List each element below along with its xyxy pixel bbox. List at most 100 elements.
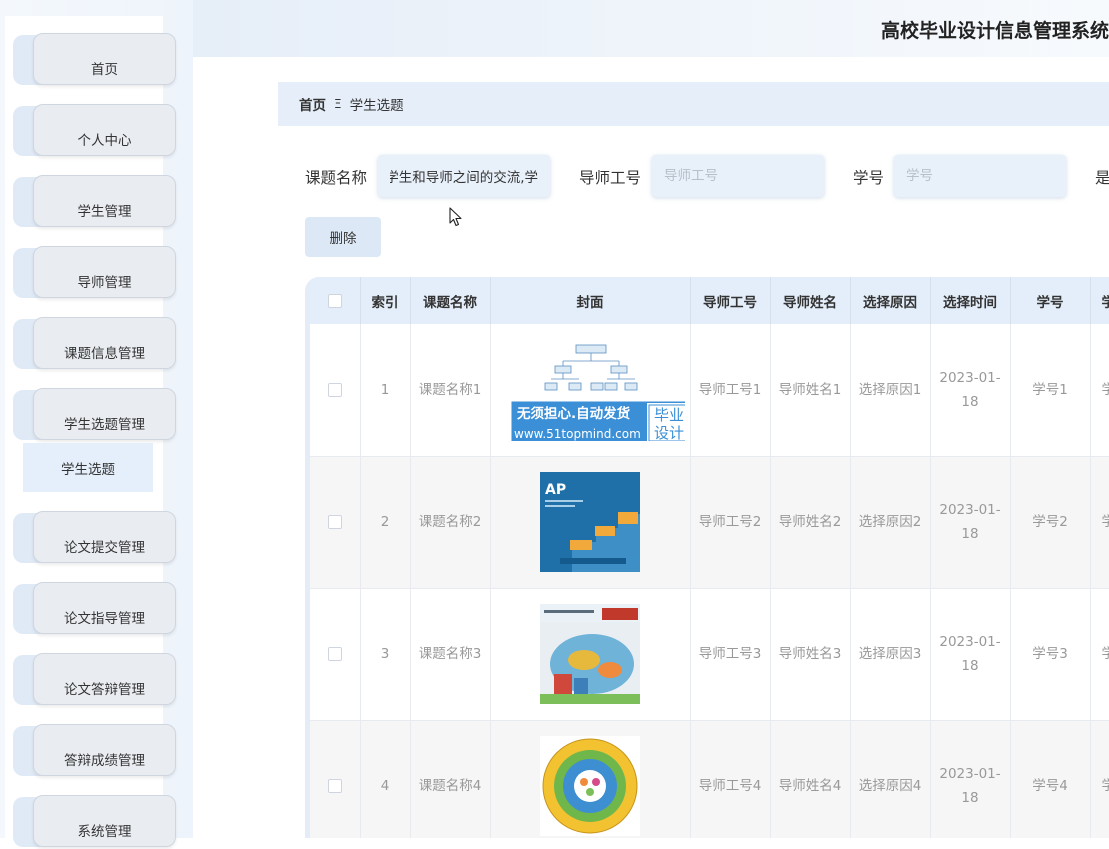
row-checkbox[interactable] [327, 647, 342, 661]
student-id-cell: 学号3 [1010, 588, 1091, 721]
select-all-header[interactable] [310, 277, 361, 324]
index-cell: 1 [360, 324, 411, 457]
org-chart-cover-image: 无须担心.自动发货 www.51topmind.com 毕业 设计 [510, 340, 689, 446]
reason-cell: 选择原因2 [850, 456, 931, 589]
student-id-cell: 学号1 [1010, 324, 1091, 457]
sidebar-subitem-topic-selection[interactable]: 学生选题 [23, 443, 153, 492]
teacher-id-cell: 导师工号3 [690, 588, 771, 721]
sidebar: 首页 个人中心 学生管理 导师管理 课题信息管理 学生选题管理 学生选题 论文提… [0, 0, 193, 847]
reason-cell: 选择原因4 [850, 720, 931, 838]
sidebar-item-label: 学生选题管理 [33, 388, 176, 440]
index-cell: 4 [360, 720, 411, 838]
teacher-name-cell: 导师姓名1 [770, 324, 851, 457]
sidebar-item-system-management[interactable]: 系统管理 [13, 795, 178, 849]
row-checkbox[interactable] [327, 779, 342, 793]
teacher-id-cell: 导师工号2 [690, 456, 771, 589]
student-id-input[interactable] [894, 155, 1066, 197]
watermark-line1: 无须担心.自动发货 [516, 405, 631, 422]
teacher-name-cell: 导师姓名3 [770, 588, 851, 721]
index-cell: 3 [360, 588, 411, 721]
teacher-name-cell: 导师姓名2 [770, 456, 851, 589]
column-header[interactable]: 选择原因 [850, 277, 931, 324]
column-header[interactable]: 学号 [1010, 277, 1091, 324]
cover-cell: 无须担心.自动发货 www.51topmind.com 毕业 设计 [490, 324, 691, 457]
student-id-cell: 学号4 [1010, 720, 1091, 838]
truncated-cell: 学 [1090, 720, 1109, 838]
next-filter-label: 是 [1095, 169, 1109, 187]
table-header-row: 索引 课题名称 封面 导师工号 导师姓名 选择原因 选择时间 学号 学 [310, 277, 1109, 324]
sidebar-item-home[interactable]: 首页 [13, 33, 178, 87]
breadcrumb-separator-icon: Ξ [334, 97, 342, 111]
topic-selection-table: 索引 课题名称 封面 导师工号 导师姓名 选择原因 选择时间 学号 学 1 课题… [305, 277, 1109, 838]
watermark-badge-line1: 毕业 [654, 406, 684, 424]
topic-cell: 课题名称3 [410, 588, 491, 721]
sidebar-item-label: 系统管理 [33, 795, 176, 847]
column-header[interactable]: 导师姓名 [770, 277, 851, 324]
table-row[interactable]: 3 课题名称3 导师工号3 导师姓名3 选择原因3 2023-01-18 学号3 [310, 588, 1109, 721]
table-row[interactable]: 4 课题名称4 导师工号4 导师姓名4 选择原因4 2023-01-18 学号4 [310, 720, 1109, 838]
topic-name-input[interactable] [378, 155, 550, 197]
time-cell: 2023-01-18 [930, 324, 1011, 457]
sidebar-item-teacher-management[interactable]: 导师管理 [13, 246, 178, 300]
sidebar-item-thesis-guidance[interactable]: 论文指导管理 [13, 582, 178, 636]
sidebar-item-label: 课题信息管理 [33, 317, 176, 369]
reason-cell: 选择原因3 [850, 588, 931, 721]
column-header[interactable]: 选择时间 [930, 277, 1011, 324]
watermark-badge-line2: 设计 [654, 424, 684, 441]
ap-book-cover-image: AP [540, 472, 640, 572]
teacher-name-cell: 导师姓名4 [770, 720, 851, 838]
time-cell: 2023-01-18 [930, 720, 1011, 838]
teacher-id-input[interactable] [652, 155, 824, 197]
watermark-line2: www.51topmind.com [514, 427, 641, 441]
row-select-cell[interactable] [310, 720, 361, 838]
circle-emblem-cover-image [540, 736, 640, 836]
column-header[interactable]: 课题名称 [410, 277, 491, 324]
sidebar-item-thesis-defense[interactable]: 论文答辩管理 [13, 653, 178, 707]
row-select-cell[interactable] [310, 456, 361, 589]
truncated-cell: 学 [1090, 456, 1109, 589]
sidebar-item-label: 论文指导管理 [33, 582, 176, 634]
time-cell: 2023-01-18 [930, 456, 1011, 589]
math-book-cover-image [540, 604, 640, 704]
sidebar-item-thesis-submission[interactable]: 论文提交管理 [13, 511, 178, 565]
sidebar-item-label: 论文提交管理 [33, 511, 176, 563]
sidebar-item-label: 首页 [33, 33, 176, 85]
row-checkbox[interactable] [327, 515, 342, 529]
column-header[interactable]: 索引 [360, 277, 411, 324]
row-checkbox[interactable] [327, 382, 342, 397]
teacher-id-cell: 导师工号1 [690, 324, 771, 457]
sidebar-item-label: 学生管理 [33, 175, 176, 227]
reason-cell: 选择原因1 [850, 324, 931, 457]
sidebar-item-personal-center[interactable]: 个人中心 [13, 104, 178, 158]
sidebar-item-defense-score[interactable]: 答辩成绩管理 [13, 724, 178, 778]
breadcrumb-current: 学生选题 [349, 98, 404, 114]
sidebar-item-student-management[interactable]: 学生管理 [13, 175, 178, 229]
sidebar-item-topic-selection-management[interactable]: 学生选题管理 [13, 388, 178, 442]
topic-name-label: 课题名称 [305, 169, 368, 187]
time-cell: 2023-01-18 [930, 588, 1011, 721]
row-select-cell[interactable] [310, 324, 361, 457]
table-row[interactable]: 1 课题名称1 无须担心.自动发货 www.51topmind.com 毕业 设… [310, 324, 1109, 457]
delete-button[interactable]: 删除 [305, 217, 381, 257]
sidebar-item-label: 导师管理 [33, 246, 176, 298]
truncated-cell: 学 [1090, 588, 1109, 721]
select-all-checkbox[interactable] [327, 293, 342, 308]
topic-cell: 课题名称1 [410, 324, 491, 457]
breadcrumb: 首页 Ξ 学生选题 [278, 82, 1109, 126]
column-header[interactable]: 学 [1090, 277, 1109, 324]
cover-cell [490, 588, 691, 721]
column-header[interactable]: 封面 [490, 277, 691, 324]
column-header[interactable]: 导师工号 [690, 277, 771, 324]
mouse-cursor-icon [449, 207, 462, 227]
teacher-id-label: 导师工号 [579, 169, 642, 187]
sidebar-item-label: 答辩成绩管理 [33, 724, 176, 776]
breadcrumb-home[interactable]: 首页 [299, 94, 326, 114]
top-header: 高校毕业设计信息管理系统 [193, 0, 1109, 57]
topic-cell: 课题名称4 [410, 720, 491, 838]
row-select-cell[interactable] [310, 588, 361, 721]
topic-cell: 课题名称2 [410, 456, 491, 589]
table-row[interactable]: 2 课题名称2 AP 导师工号2 导师姓名2 选择原因2 2023-01-18 … [310, 456, 1109, 589]
sidebar-item-topic-management[interactable]: 课题信息管理 [13, 317, 178, 371]
index-cell: 2 [360, 456, 411, 589]
sidebar-item-label: 论文答辩管理 [33, 653, 176, 705]
